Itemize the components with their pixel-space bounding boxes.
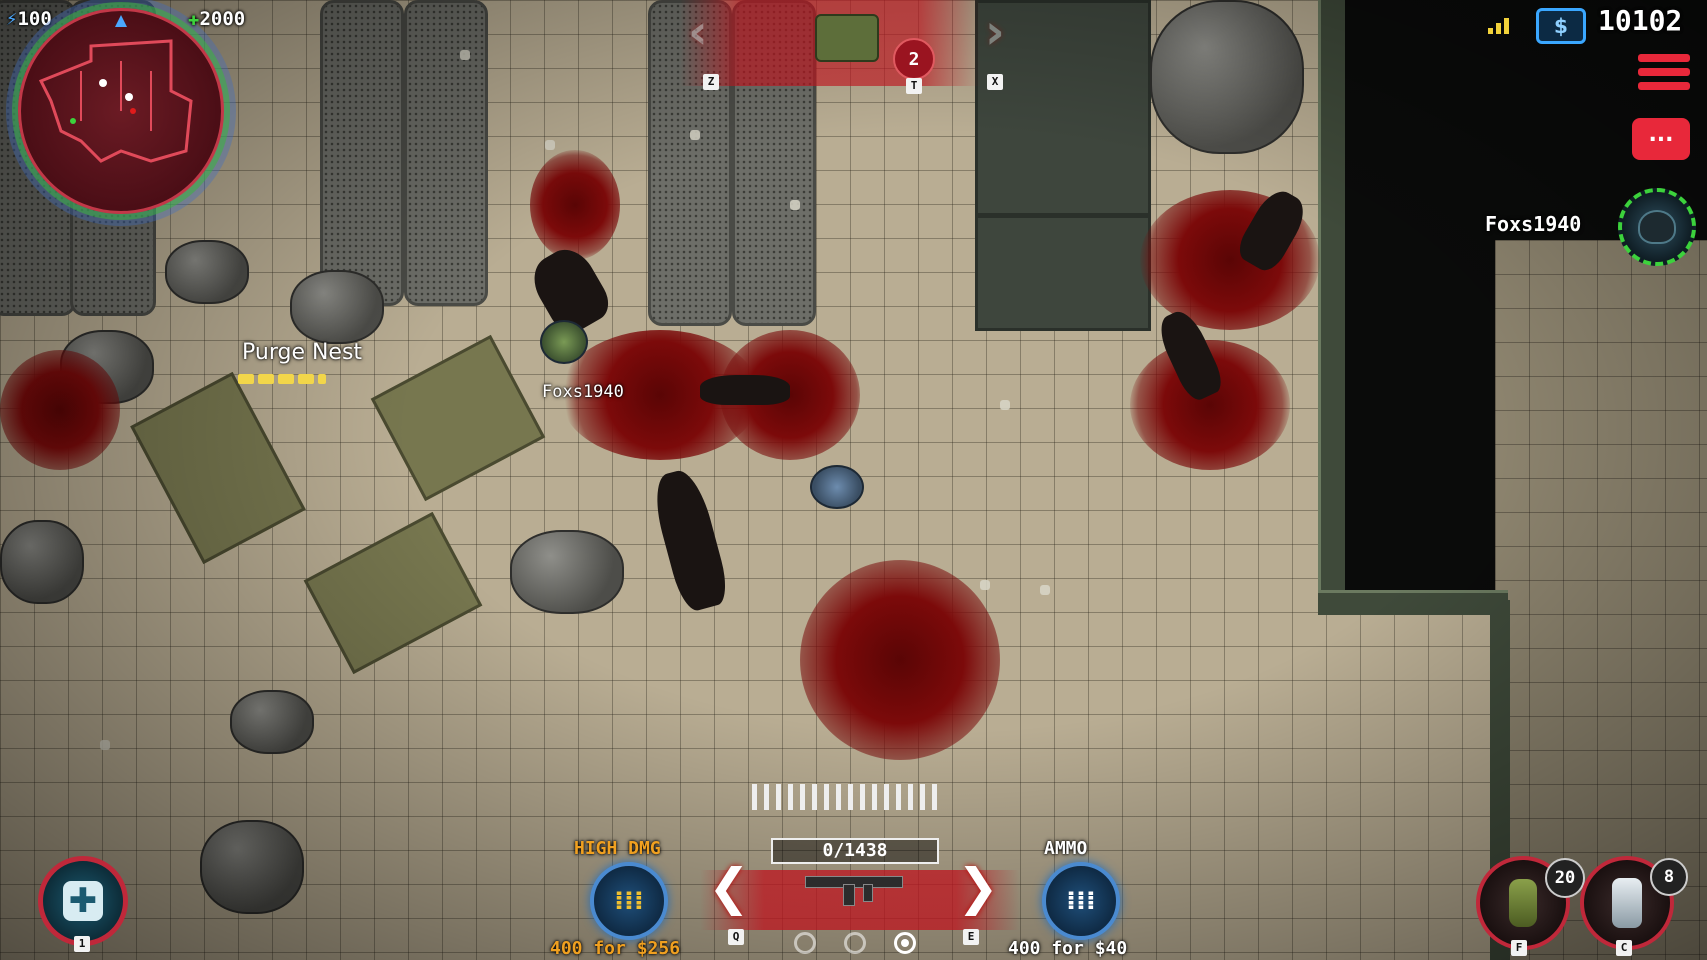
freeze-count: 8 [1650,858,1688,896]
wall-horizontal [1318,590,1508,615]
objective-progress [238,374,326,384]
key-z-hint: Z [703,74,719,90]
rubble-rock [1150,0,1304,154]
debris [980,580,990,590]
weapon-next-arrow[interactable]: ❯ [957,862,999,912]
debris [545,140,555,150]
chat-icon[interactable]: ... [1632,118,1690,160]
ammo-label: AMMO [1044,838,1088,859]
smg-weapon-icon [805,870,903,906]
grenade-count: 20 [1545,858,1585,898]
credits-counter: 10102 [1598,4,1683,37]
roster-player-name: Foxs1940 [1485,212,1582,236]
zombie[interactable] [647,465,733,615]
debris [1000,400,1010,410]
deployable-next-arrow[interactable]: › [985,8,1005,56]
ammo-counter: 0/1438 [771,838,939,864]
ammo-price: 400 for $40 [1008,938,1128,959]
blood-pool [0,350,120,470]
key-c-hint: C [1616,940,1632,956]
blood-pool [530,150,620,260]
shelf-rack [320,0,404,306]
high-dmg-price: 400 for $256 [550,938,681,959]
turret-icon[interactable] [815,14,879,62]
key-x-hint: X [987,74,1003,90]
crate [370,334,546,502]
turret-count-badge: 2 [893,38,935,80]
debris [460,50,470,60]
weapon-page-dot-active[interactable] [894,932,916,954]
key-e-hint: E [963,929,979,945]
crate [130,371,306,565]
minimap-layout [38,15,193,163]
player-avatar[interactable] [1618,188,1696,266]
key-q-hint: Q [728,929,744,945]
bullets-icon: ⁞⁞⁞ [614,886,644,916]
minimap-player-dot [125,93,133,101]
weapon-page-dot[interactable] [844,932,866,954]
buy-high-dmg-ammo-button[interactable]: ⁞⁞⁞ [590,862,668,940]
rubble-rock [200,820,304,914]
rubble-rock [230,690,314,754]
minimap[interactable] [18,8,224,214]
debris [100,740,110,750]
shelf-rack [404,0,488,306]
grenade-icon [1509,879,1537,927]
ammo-belt [752,784,952,810]
key-f-hint: F [1511,940,1527,956]
minimap-north-icon [115,15,127,27]
health-cross-icon: ✚ [188,8,200,30]
energy-icon: ⚡ [6,8,18,30]
deployable-prev-arrow[interactable]: ‹ [688,8,708,56]
ally-name-label: Foxs1940 [542,382,624,402]
rubble-rock [0,520,84,604]
hamburger-menu-icon[interactable] [1638,54,1690,98]
bullets-icon: ⁞⁞⁞ [1066,886,1096,916]
currency-icon[interactable]: $ [1536,8,1586,44]
medkit-cross-icon: ✚ [63,881,103,921]
minimap-objective-dot [70,118,76,124]
rubble-rock [510,530,624,614]
freeze-canister-icon [1612,878,1642,928]
helmet-icon [1638,210,1676,244]
health-readout: ✚2000 [188,8,246,30]
wall-vertical [1318,0,1345,600]
game-world[interactable] [0,0,1707,960]
adjacent-room-floor [1495,240,1707,960]
debris [790,200,800,210]
minimap-enemy-dot [130,108,136,114]
control-console [975,215,1151,331]
objective-title: Purge Nest [242,340,363,365]
key-t-hint: T [906,78,922,94]
weapon-page-dot[interactable] [794,932,816,954]
debris [1040,585,1050,595]
blood-pool [800,560,1000,760]
rubble-rock [290,270,384,344]
ally-player[interactable] [540,320,588,364]
zombie[interactable] [700,375,790,405]
crate [303,511,483,675]
player-character[interactable] [810,465,864,509]
high-dmg-label: HIGH DMG [574,838,661,859]
key-1-hint: 1 [74,936,90,952]
rubble-rock [165,240,249,304]
signal-bars-icon [1488,14,1510,34]
minimap-ally-dot [99,79,107,87]
weapon-prev-arrow[interactable]: ❮ [708,862,750,912]
debris [690,130,700,140]
buy-ammo-button[interactable]: ⁞⁞⁞ [1042,862,1120,940]
medkit-button[interactable]: ✚ [38,856,128,946]
